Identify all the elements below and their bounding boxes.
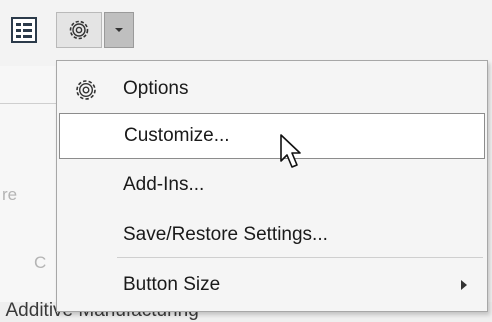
gear-icon bbox=[69, 20, 89, 40]
menu-item-label: Options bbox=[123, 78, 189, 99]
menu-item-add-ins[interactable]: Add-Ins... bbox=[59, 165, 485, 205]
mouse-cursor-icon bbox=[280, 134, 301, 168]
options-dropdown-button[interactable] bbox=[104, 12, 134, 48]
panel-divider bbox=[0, 103, 56, 104]
menu-item-label: Customize... bbox=[124, 125, 230, 146]
menu-item-options[interactable]: Options bbox=[59, 69, 485, 109]
menu-item-label: Add-Ins... bbox=[123, 174, 205, 195]
options-dropdown-menu: Options Customize... Add-Ins... Save/Res… bbox=[56, 60, 488, 312]
list-icon bbox=[11, 17, 37, 43]
menu-item-customize[interactable]: Customize... bbox=[59, 113, 485, 159]
menu-item-label: Button Size bbox=[123, 274, 221, 295]
background-partial-letter: C bbox=[34, 253, 47, 272]
list-view-button[interactable] bbox=[4, 14, 44, 46]
options-gear-button[interactable] bbox=[56, 12, 102, 48]
background-partial-text: re bbox=[2, 185, 18, 204]
dropdown-arrow-icon bbox=[115, 28, 123, 32]
gear-icon bbox=[76, 80, 96, 100]
menu-item-button-size[interactable]: Button Size bbox=[59, 265, 485, 305]
submenu-arrow-icon bbox=[461, 280, 467, 290]
menu-separator bbox=[117, 257, 483, 258]
menu-item-label: Save/Restore Settings... bbox=[123, 224, 328, 245]
menu-item-save-restore-settings[interactable]: Save/Restore Settings... bbox=[59, 215, 485, 255]
toolbar bbox=[0, 0, 492, 66]
